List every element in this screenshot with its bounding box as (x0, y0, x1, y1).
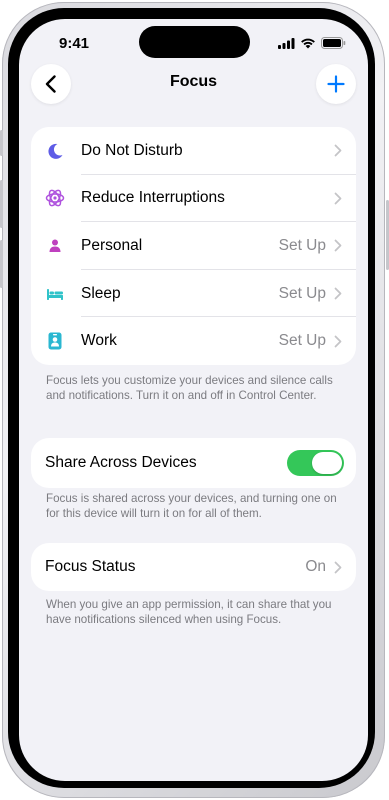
action-button (0, 130, 3, 156)
row-label: Share Across Devices (45, 454, 197, 471)
status-icons (278, 37, 346, 49)
focus-mode-personal[interactable]: Personal Set Up (31, 222, 356, 270)
focus-modes-list: Do Not Disturb Reduce Interruptions Pers… (31, 127, 356, 365)
modes-footnote: Focus lets you customize your devices an… (46, 374, 333, 402)
reduce-interruptions-icon (45, 188, 65, 208)
screen: 9:41 Focus Do Not Disturb Reduce Interru… (19, 19, 368, 781)
focus-mode-reduce-interruptions[interactable]: Reduce Interruptions (31, 175, 356, 223)
focus-mode-work[interactable]: Work Set Up (31, 317, 356, 365)
share-across-devices-group: Share Across Devices (31, 438, 356, 488)
row-value: On (305, 558, 326, 575)
row-label: Focus Status (45, 558, 136, 575)
focus-status-group: Focus Status On (31, 543, 356, 591)
person-icon (45, 236, 65, 256)
bed-icon (45, 284, 65, 304)
moon-icon (45, 141, 65, 161)
row-label: Personal (81, 236, 143, 254)
cellular-signal-icon (278, 37, 295, 49)
share-across-devices-toggle[interactable] (287, 450, 344, 476)
add-focus-button[interactable] (316, 64, 356, 104)
row-label: Do Not Disturb (81, 141, 183, 159)
toggle-knob (312, 452, 342, 474)
focus-status-row[interactable]: Focus Status On (31, 543, 356, 591)
wifi-icon (301, 38, 315, 48)
chevron-right-icon (334, 560, 344, 574)
status-footnote: When you give an app permission, it can … (46, 598, 332, 626)
battery-icon (321, 37, 346, 49)
row-value: Set Up (278, 284, 326, 302)
row-label: Reduce Interruptions (81, 189, 225, 207)
focus-mode-do-not-disturb[interactable]: Do Not Disturb (31, 127, 356, 175)
chevron-right-icon (334, 287, 344, 301)
chevron-right-icon (334, 144, 344, 158)
chevron-right-icon (334, 239, 344, 253)
status-time: 9:41 (59, 35, 90, 52)
chevron-right-icon (334, 334, 344, 348)
plus-icon (327, 75, 345, 93)
row-value: Set Up (278, 236, 326, 254)
focus-mode-sleep[interactable]: Sleep Set Up (31, 270, 356, 318)
row-label: Sleep (81, 284, 121, 302)
volume-up-button (0, 180, 3, 228)
share-footnote: Focus is shared across your devices, and… (46, 492, 337, 520)
share-across-devices-row: Share Across Devices (31, 438, 356, 488)
work-badge-icon (45, 331, 65, 351)
dynamic-island (139, 26, 250, 58)
row-value: Set Up (278, 332, 326, 350)
row-label: Work (81, 332, 117, 350)
volume-down-button (0, 240, 3, 288)
chevron-right-icon (334, 191, 344, 205)
